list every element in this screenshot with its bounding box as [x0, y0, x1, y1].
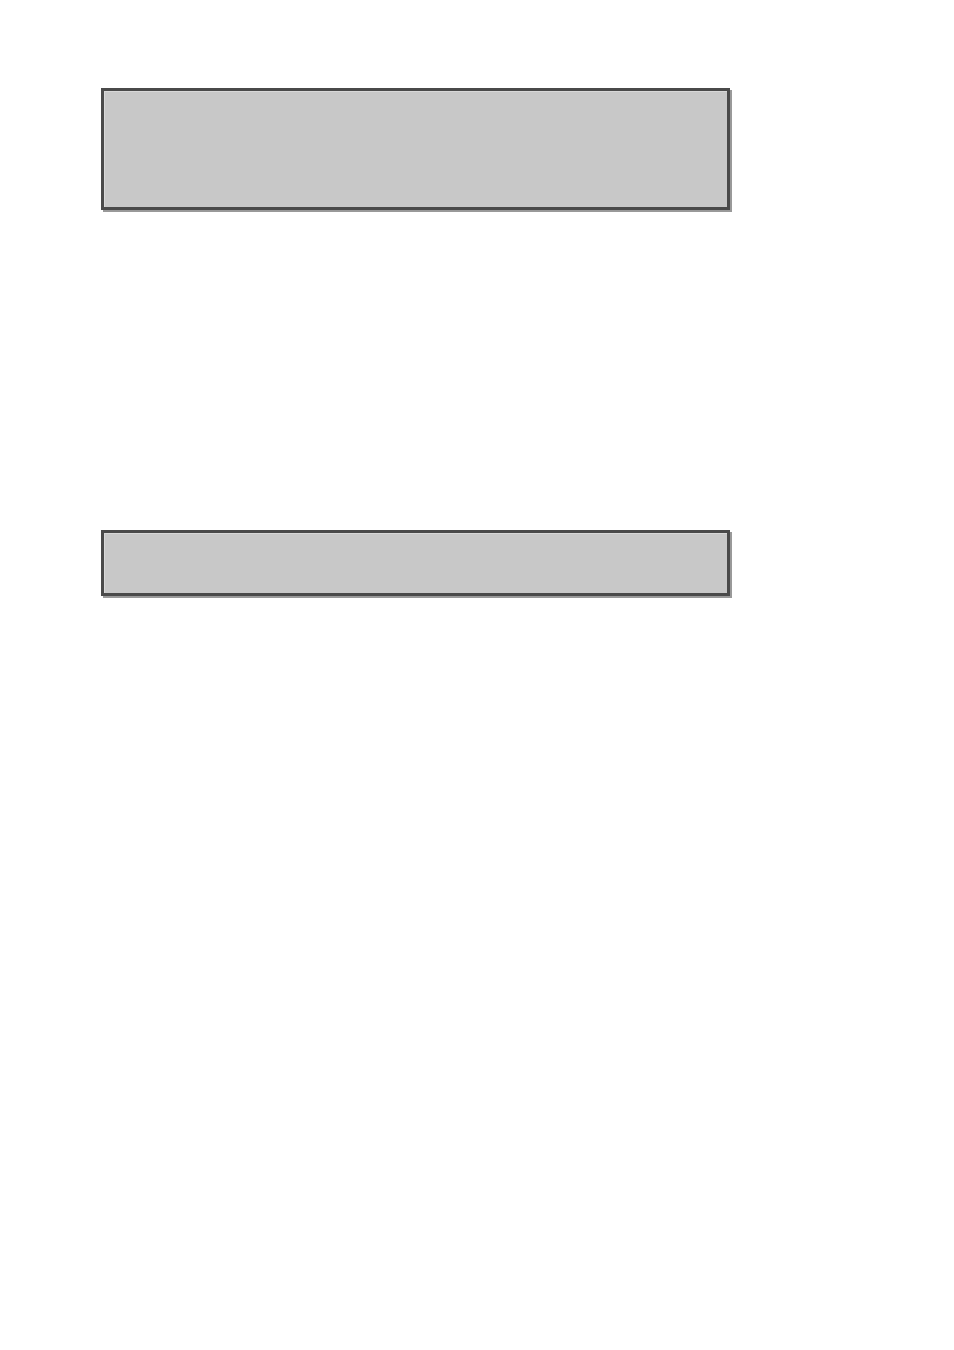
empty-panel-top — [101, 88, 730, 210]
empty-panel-bottom — [101, 530, 730, 596]
